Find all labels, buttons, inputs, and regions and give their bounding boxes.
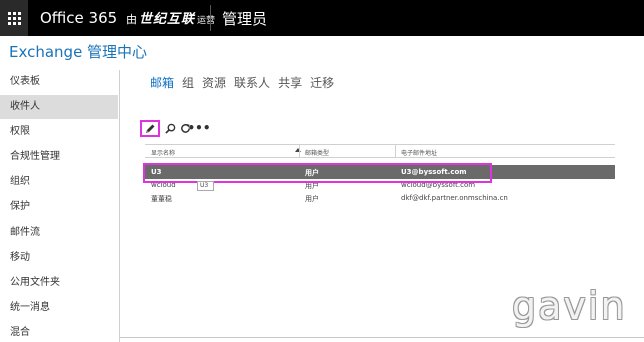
tab-bar: 邮箱组资源 联系人 共享 迁移: [150, 74, 342, 91]
tab-mailboxes[interactable]: 邮箱: [150, 74, 174, 91]
nav-item-mobile[interactable]: 移动: [0, 246, 118, 270]
nav-item-public-folders[interactable]: 公用文件夹: [0, 271, 118, 295]
cell-mailbox-type: 用户: [305, 195, 319, 203]
nav-item-dashboard[interactable]: 仪表板: [0, 70, 118, 94]
nav-item-organization[interactable]: 组织: [0, 170, 118, 194]
left-nav: 仪表板 收件人 权限 合规性管理 组织 保护 邮件流 移动 公用文件夹 统一消息…: [0, 70, 118, 342]
nav-divider: [119, 70, 120, 342]
top-bar: Office 365 由世纪互联 运营 管理员: [0, 0, 644, 36]
column-divider: [395, 145, 396, 158]
nav-item-permissions[interactable]: 权限: [0, 120, 118, 144]
bottom-divider: [120, 337, 644, 338]
nav-item-hybrid[interactable]: 混合: [0, 321, 118, 342]
column-divider: [299, 145, 300, 158]
table-header: 显示名称 邮箱类型 电子邮件地址: [145, 144, 615, 158]
product-name: Office 365: [40, 9, 118, 27]
table-row[interactable]: 董董稳 用户 dkf@dkf.partner.onmschina.cn: [145, 192, 615, 205]
tab-contacts[interactable]: 联系人: [234, 74, 270, 91]
nav-item-mail-flow[interactable]: 邮件流: [0, 221, 118, 245]
tab-migration[interactable]: 迁移: [310, 74, 334, 91]
tab-resources[interactable]: 资源: [202, 74, 226, 91]
more-button[interactable]: •••: [188, 120, 211, 136]
pencil-icon: [146, 124, 155, 133]
brand-operated: 运营: [196, 16, 215, 26]
nav-item-recipients[interactable]: 收件人: [0, 95, 118, 119]
search-icon: [164, 123, 175, 134]
column-header-display-name[interactable]: 显示名称: [151, 148, 175, 157]
edit-button[interactable]: [140, 120, 160, 137]
cell-display-name: 董董稳: [151, 195, 172, 203]
tab-shared[interactable]: 共享: [278, 74, 302, 91]
nav-item-protection[interactable]: 保护: [0, 195, 118, 219]
sort-ascending-icon: [295, 148, 301, 152]
selection-highlight: [143, 163, 492, 183]
nav-item-compliance[interactable]: 合规性管理: [0, 145, 118, 169]
brand-by: 由: [125, 13, 137, 26]
waffle-icon: [7, 11, 21, 25]
topbar-divider: [210, 5, 211, 31]
column-header-mailbox-type[interactable]: 邮箱类型: [305, 148, 329, 157]
admin-link[interactable]: 管理员: [222, 8, 267, 29]
column-header-email[interactable]: 电子邮件地址: [401, 148, 437, 157]
brand: Office 365 由世纪互联 运营: [40, 8, 215, 27]
page-title: Exchange 管理中心: [9, 43, 148, 61]
app-launcher-button[interactable]: [0, 0, 28, 36]
search-button[interactable]: [162, 120, 178, 136]
tab-groups[interactable]: 组: [182, 74, 194, 91]
row-tooltip: U3: [197, 181, 214, 191]
watermark: gavin: [512, 284, 627, 328]
nav-item-unified-messaging[interactable]: 统一消息: [0, 296, 118, 320]
cell-email: dkf@dkf.partner.onmschina.cn: [401, 194, 508, 202]
partner-logo: 世纪互联: [138, 12, 195, 27]
